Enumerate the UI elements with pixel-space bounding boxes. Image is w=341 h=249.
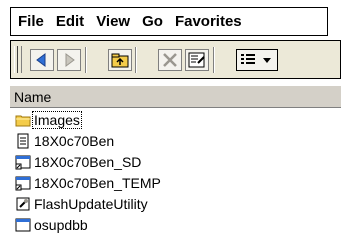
folder-icon [15, 115, 31, 126]
app-window-icon [15, 218, 31, 231]
file-name: 18X0c70Ben_TEMP [34, 174, 161, 191]
file-name: FlashUpdateUtility [34, 195, 148, 212]
menu-view[interactable]: View [90, 13, 136, 30]
chevron-down-icon [263, 58, 271, 63]
toolbar-grip[interactable] [14, 46, 22, 73]
menu-bar: File Edit View Go Favorites [10, 7, 328, 36]
views-icon [241, 54, 271, 64]
menu-favorites[interactable]: Favorites [169, 13, 248, 30]
shortcut-icon [15, 155, 31, 169]
delete-icon [163, 53, 177, 67]
file-name: osupdbb [34, 216, 88, 233]
back-button[interactable] [30, 49, 54, 71]
forward-button[interactable] [57, 49, 81, 71]
text-file-icon [17, 133, 29, 148]
list-item[interactable]: 18X0c70Ben_SD [10, 151, 341, 172]
list-item[interactable]: osupdbb [10, 214, 341, 235]
file-list: Images 18X0c70Ben 18X0c70Ben_SD 18X0c70B… [10, 109, 341, 235]
menu-go[interactable]: Go [136, 13, 169, 30]
list-item[interactable]: Images [10, 109, 341, 130]
file-name: Images [32, 110, 82, 129]
shortcut-icon [15, 176, 31, 190]
properties-icon [188, 52, 205, 68]
file-name: 18X0c70Ben_SD [34, 153, 142, 170]
up-folder-button[interactable] [108, 49, 132, 71]
back-icon [36, 53, 46, 67]
list-item[interactable]: 18X0c70Ben [10, 130, 341, 151]
toolbar-separator [135, 47, 137, 73]
list-item[interactable]: FlashUpdateUtility [10, 193, 341, 214]
file-name: 18X0c70Ben [34, 132, 115, 149]
forward-icon [65, 53, 75, 67]
menu-file[interactable]: File [11, 13, 50, 30]
toolbar-separator [85, 47, 87, 73]
name-column-header[interactable]: Name [10, 85, 341, 108]
properties-button[interactable] [185, 49, 209, 71]
executable-icon [16, 197, 30, 210]
toolbar-separator [213, 47, 215, 73]
menu-edit[interactable]: Edit [50, 13, 90, 30]
toolbar [10, 40, 341, 79]
delete-button[interactable] [158, 49, 182, 71]
list-item[interactable]: 18X0c70Ben_TEMP [10, 172, 341, 193]
views-dropdown-button[interactable] [236, 49, 278, 71]
up-folder-icon [111, 53, 129, 68]
name-column-label: Name [14, 89, 52, 105]
